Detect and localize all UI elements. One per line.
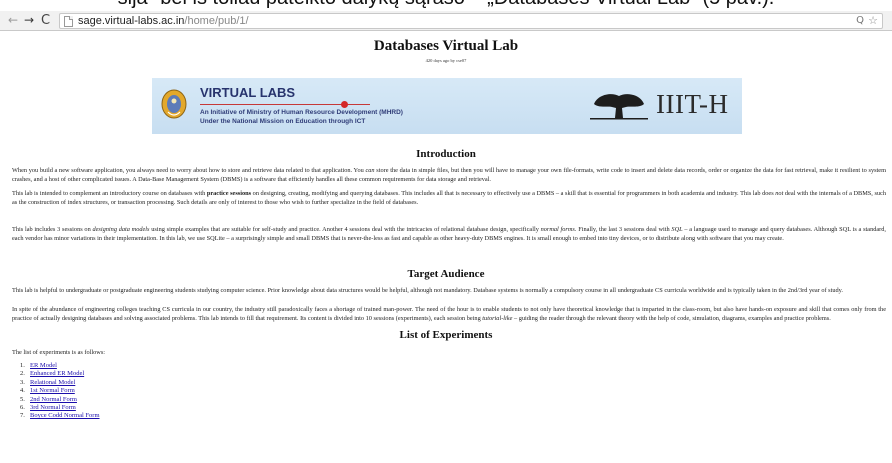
experiment-link-1nf[interactable]: 1st Normal Form	[30, 387, 75, 394]
experiment-item: 7. Boyce Codd Normal Form	[20, 412, 100, 420]
target-audience-heading: Target Audience	[407, 268, 485, 280]
address-bar[interactable]: sage.virtual-labs.ac.in/home/pub/1/ Q ☆	[59, 13, 883, 29]
banner-title: VIRTUAL LABS	[200, 85, 296, 100]
browser-toolbar: ← → C sage.virtual-labs.ac.in/home/pub/1…	[0, 11, 892, 31]
experiment-link-bcnf[interactable]: Boyce Codd Normal Form	[30, 412, 100, 419]
introduction-heading: Introduction	[416, 148, 476, 160]
experiment-item: 1. ER Model	[20, 362, 57, 369]
intro-paragraph-1: When you build a new software applicatio…	[12, 167, 886, 183]
experiment-item: 4. 1st Normal Form	[20, 387, 75, 395]
experiment-link-3nf[interactable]: 3rd Normal Form	[30, 404, 76, 411]
audience-paragraph-2: In spite of the abundance of engineering…	[12, 306, 886, 322]
tree-logo-icon	[590, 94, 648, 120]
experiment-link-2nf[interactable]: 2nd Normal Form	[30, 396, 77, 403]
back-arrow-icon[interactable]: ←	[8, 13, 18, 28]
document-caption-text: sija" bei iš toliau pateikto dalykų sąra…	[0, 0, 892, 10]
virtual-labs-banner: VIRTUAL LABS An Initiative of Ministry o…	[152, 78, 742, 134]
experiment-link-er-model[interactable]: ER Model	[30, 362, 57, 369]
experiment-link-enhanced-er-model[interactable]: Enhanced ER Model	[30, 370, 84, 377]
forward-arrow-icon[interactable]: →	[24, 13, 34, 28]
zoom-icon[interactable]: Q	[856, 14, 864, 28]
page-title: Databases Virtual Lab	[373, 38, 519, 54]
experiment-list: 1. ER Model 2. Enhanced ER Model 3. Relatio…	[20, 362, 100, 421]
experiments-intro: The list of experiments is as follows:	[12, 349, 106, 356]
banner-dot	[341, 101, 348, 108]
audience-paragraph-1: This lab is helpful to undergraduate or …	[12, 287, 843, 294]
virtual-labs-logo-icon	[161, 89, 187, 119]
page-icon	[64, 16, 73, 27]
page-content: Databases Virtual Lab 420 days ago by cs…	[0, 32, 892, 463]
experiment-item: 3. Relational Model	[20, 378, 76, 386]
banner-subtitle-2: Under the National Mission on Education …	[200, 118, 366, 125]
experiment-link-relational-model[interactable]: Relational Model	[30, 379, 75, 386]
experiment-item: 5. 2nd Normal Form	[20, 395, 77, 403]
url-host: sage.virtual-labs.ac.in	[78, 15, 185, 27]
institute-name: IIIT-H	[656, 89, 729, 119]
experiment-item: 6. 3rd Normal Form	[20, 404, 76, 412]
bookmark-star-icon[interactable]: ☆	[868, 14, 878, 28]
intro-paragraph-2: This lab is intended to complement an in…	[12, 190, 886, 206]
intro-paragraph-3: This lab includes 3 sessions on designin…	[12, 226, 886, 242]
reload-icon[interactable]: C	[41, 13, 50, 28]
visit-note: 420 days ago by cse07	[425, 58, 467, 63]
banner-subtitle-1: An Initiative of Ministry of Human Resou…	[200, 109, 403, 116]
experiment-item: 2. Enhanced ER Model	[20, 370, 85, 378]
experiments-heading: List of Experiments	[399, 329, 493, 341]
url-text[interactable]: sage.virtual-labs.ac.in/home/pub/1/	[78, 14, 249, 28]
url-path: /home/pub/1/	[184, 15, 249, 27]
